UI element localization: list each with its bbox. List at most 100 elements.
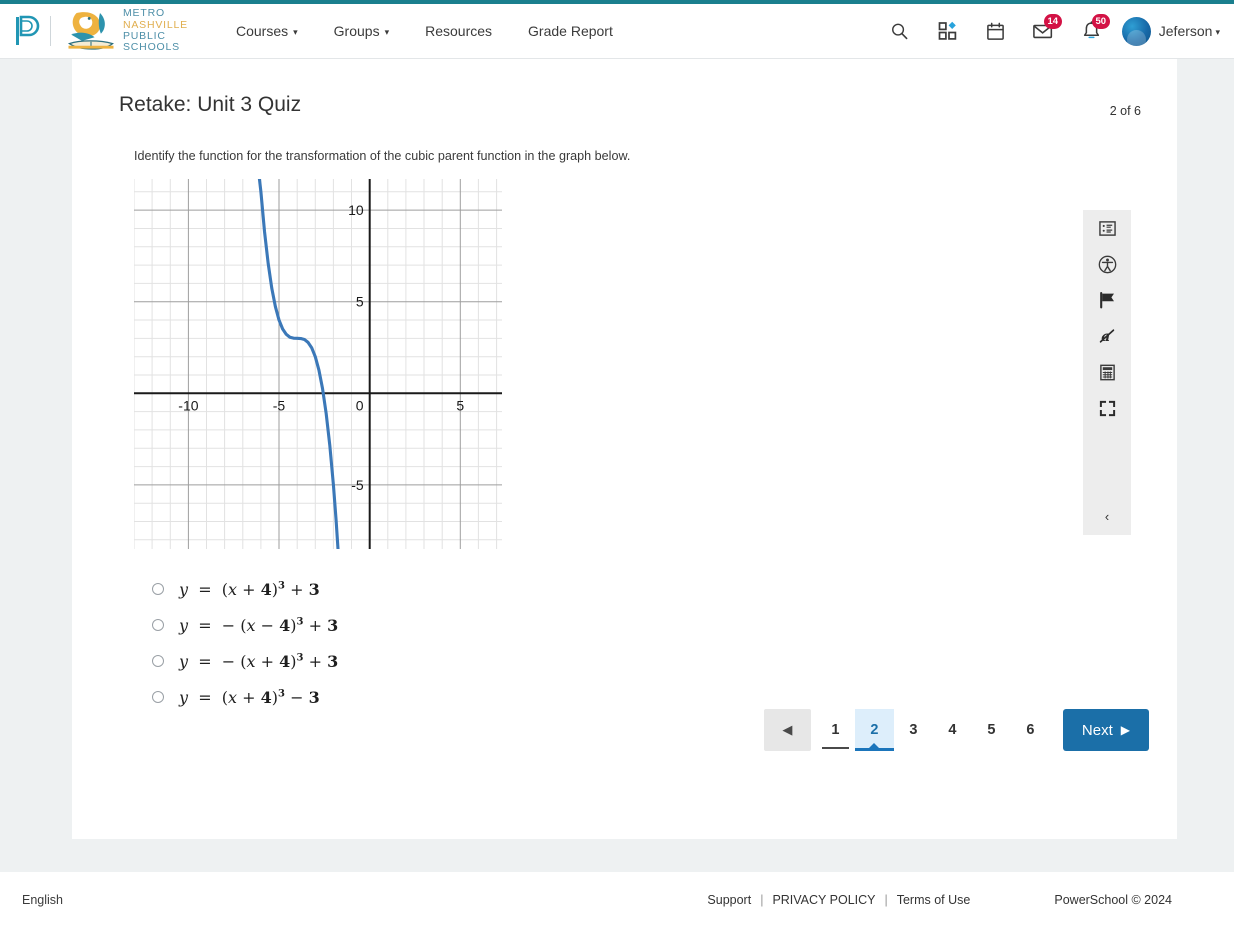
page-label-6: 6 bbox=[1026, 722, 1035, 738]
svg-text:-5: -5 bbox=[273, 397, 286, 413]
page-button-4[interactable]: 4 bbox=[933, 709, 972, 751]
nav-item-groups[interactable]: Groups ▾ bbox=[316, 17, 407, 45]
question-prompt: Identify the function for the transforma… bbox=[134, 149, 631, 163]
option-b-text: y = − (x − 4)3 + 3 bbox=[179, 615, 339, 635]
nav-label-grade-report: Grade Report bbox=[528, 23, 613, 39]
next-arrow-icon: ▶ bbox=[1120, 723, 1130, 737]
apps-grid-icon bbox=[938, 21, 957, 40]
fullscreen-icon bbox=[1099, 400, 1115, 416]
nav-item-resources[interactable]: Resources bbox=[407, 17, 510, 45]
prev-arrow-icon: ◀ bbox=[782, 722, 793, 737]
svg-text:0: 0 bbox=[356, 397, 364, 413]
page-label-4: 4 bbox=[948, 722, 957, 738]
question-outline-icon bbox=[1098, 220, 1116, 236]
option-a-text: y = (x + 4)3 + 3 bbox=[179, 579, 320, 599]
calendar-icon bbox=[987, 22, 1005, 40]
copyright: PowerSchool © 2024 bbox=[1054, 892, 1172, 907]
next-label: Next bbox=[1081, 721, 1113, 739]
footer-link-terms-of-use[interactable]: Terms of Use bbox=[897, 893, 971, 907]
tool-rail: a ‹ bbox=[1083, 210, 1131, 535]
language-selector[interactable]: English bbox=[22, 893, 63, 907]
radio-d[interactable] bbox=[152, 691, 164, 703]
district-line-4: SCHOOLS bbox=[123, 41, 180, 54]
svg-text:5: 5 bbox=[356, 294, 364, 310]
radio-a[interactable] bbox=[152, 583, 164, 595]
nav-item-courses[interactable]: Courses ▾ bbox=[218, 17, 316, 45]
page-label-5: 5 bbox=[987, 722, 996, 738]
svg-text:-5: -5 bbox=[351, 477, 364, 493]
page-label-3: 3 bbox=[909, 722, 918, 738]
question-outline-button[interactable] bbox=[1083, 210, 1131, 246]
option-d-text: y = (x + 4)3 − 3 bbox=[179, 687, 320, 707]
user-chevron-down-icon[interactable]: ▾ bbox=[1215, 27, 1220, 38]
search-icon bbox=[892, 23, 908, 39]
page-button-2[interactable]: 2 bbox=[854, 709, 894, 751]
notifications-badge: 50 bbox=[1091, 14, 1110, 29]
pagination: ◀ 1 2 3 4 5 6 Next ▶ bbox=[763, 709, 1149, 751]
answer-eliminator-button[interactable]: a bbox=[1083, 318, 1131, 354]
quiz-card: Retake: Unit 3 Quiz 2 of 6 Identify the … bbox=[72, 59, 1177, 839]
chevron-down-icon: ▾ bbox=[384, 26, 390, 37]
fullscreen-button[interactable] bbox=[1083, 390, 1131, 426]
logo-divider bbox=[50, 16, 51, 46]
footer-separator: | bbox=[884, 892, 888, 907]
mail-button[interactable]: 14 bbox=[1020, 11, 1068, 51]
option-a[interactable]: y = (x + 4)3 + 3 bbox=[152, 571, 1177, 607]
option-b[interactable]: y = − (x − 4)3 + 3 bbox=[152, 607, 1177, 643]
search-button[interactable] bbox=[876, 11, 924, 51]
answer-options: y = (x + 4)3 + 3 y = − (x − 4)3 + 3 y = … bbox=[72, 549, 1177, 715]
calculator-button[interactable] bbox=[1083, 354, 1131, 390]
page-label-2: 2 bbox=[870, 722, 879, 738]
notifications-button[interactable]: 50 bbox=[1068, 11, 1116, 51]
calculator-icon bbox=[1099, 364, 1115, 380]
district-line-1: METRO bbox=[123, 7, 165, 20]
svg-text:-10: -10 bbox=[178, 397, 198, 413]
cubic-function-graph: -10 -5 5 0 10 5 -5 bbox=[134, 179, 502, 549]
footer-separator: | bbox=[760, 892, 764, 907]
page-button-3[interactable]: 3 bbox=[894, 709, 933, 751]
prev-page-button[interactable]: ◀ bbox=[763, 709, 811, 751]
radio-c[interactable] bbox=[152, 655, 164, 667]
next-button[interactable]: Next ▶ bbox=[1062, 709, 1149, 751]
page-button-1[interactable]: 1 bbox=[816, 709, 855, 751]
nav-label-resources: Resources bbox=[425, 23, 493, 39]
avatar[interactable] bbox=[1121, 16, 1151, 46]
svg-text:10: 10 bbox=[348, 202, 364, 218]
header-actions: 14 50 Jeferson ▾ bbox=[876, 11, 1220, 51]
option-c-text: y = − (x + 4)3 + 3 bbox=[179, 651, 339, 671]
quiz-header: Retake: Unit 3 Quiz 2 of 6 bbox=[72, 59, 1177, 118]
footer-link-privacy-policy[interactable]: PRIVACY POLICY bbox=[772, 893, 875, 907]
radio-b[interactable] bbox=[152, 619, 164, 631]
page-label-1: 1 bbox=[831, 722, 840, 738]
nav-label-courses: Courses bbox=[235, 23, 289, 39]
footer-links: Support | PRIVACY POLICY | Terms of Use bbox=[707, 893, 970, 907]
page-footer: English Support | PRIVACY POLICY | Terms… bbox=[0, 872, 1234, 927]
nav-item-grade-report[interactable]: Grade Report bbox=[510, 17, 631, 45]
district-logo[interactable]: METRO NASHVILLE PUBLIC SCHOOLS bbox=[64, 7, 188, 54]
district-name: METRO NASHVILLE PUBLIC SCHOOLS bbox=[123, 7, 188, 54]
option-c[interactable]: y = − (x + 4)3 + 3 bbox=[152, 643, 1177, 679]
calendar-button[interactable] bbox=[972, 11, 1020, 51]
page-counter: 2 of 6 bbox=[1109, 104, 1141, 118]
powerschool-logo[interactable] bbox=[14, 15, 40, 47]
question-graph: -10 -5 5 0 10 5 -5 bbox=[72, 163, 1177, 549]
page-background: Retake: Unit 3 Quiz 2 of 6 Identify the … bbox=[0, 59, 1234, 876]
svg-text:5: 5 bbox=[456, 397, 464, 413]
accessibility-icon bbox=[1098, 255, 1116, 273]
chevron-down-icon: ▾ bbox=[293, 26, 298, 37]
main-nav: Courses ▾ Groups ▾ Resources Grade Repor… bbox=[218, 17, 631, 45]
page-title: Retake: Unit 3 Quiz bbox=[119, 93, 302, 116]
district-emblem-icon bbox=[67, 12, 114, 50]
apps-button[interactable] bbox=[924, 11, 972, 51]
collapse-rail-button[interactable]: ‹ bbox=[1083, 501, 1131, 531]
chevron-left-icon: ‹ bbox=[1104, 508, 1110, 524]
app-header: METRO NASHVILLE PUBLIC SCHOOLS Courses ▾… bbox=[0, 4, 1234, 59]
flag-icon bbox=[1100, 291, 1114, 309]
mail-badge: 14 bbox=[1043, 14, 1062, 29]
flag-button[interactable] bbox=[1083, 282, 1131, 318]
accessibility-button[interactable] bbox=[1083, 246, 1131, 282]
page-button-6[interactable]: 6 bbox=[1011, 709, 1050, 751]
footer-link-support[interactable]: Support bbox=[707, 893, 751, 907]
page-button-5[interactable]: 5 bbox=[972, 709, 1011, 751]
user-name[interactable]: Jeferson bbox=[1159, 23, 1213, 39]
